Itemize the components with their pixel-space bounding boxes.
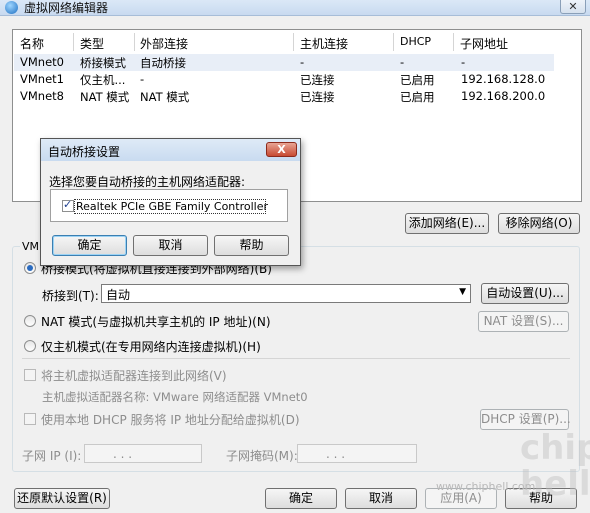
- table-row[interactable]: VMnet1 仅主机... - 已连接 已启用 192.168.128.0: [14, 71, 554, 88]
- nat-mode-label[interactable]: NAT 模式(与虚拟机共享主机的 IP 地址)(N): [41, 313, 271, 330]
- ok-button[interactable]: 确定: [265, 488, 337, 509]
- add-network-button[interactable]: 添加网络(E)...: [405, 213, 489, 234]
- cell-dhcp: 已启用: [400, 90, 435, 104]
- host-only-label[interactable]: 仅主机模式(在专用网络内连接虚拟机)(H): [41, 338, 261, 355]
- cell-external: 自动桥接: [140, 56, 186, 70]
- table-row[interactable]: VMnet0 桥接模式 自动桥接 - - -: [14, 54, 554, 71]
- cell-host: 已连接: [300, 73, 335, 87]
- column-header-name[interactable]: 名称: [20, 35, 44, 52]
- cancel-button[interactable]: 取消: [345, 488, 417, 509]
- title-bar: 虚拟网络编辑器 ✕: [0, 0, 590, 16]
- watermark-logo: chip hell: [520, 428, 590, 504]
- host-only-radio[interactable]: [24, 340, 36, 352]
- dhcp-checkbox[interactable]: [24, 413, 36, 425]
- cell-type: NAT 模式: [80, 90, 130, 104]
- auto-bridge-dialog: 自动桥接设置 X 选择您要自动桥接的主机网络适配器: Realtek PCIe …: [40, 138, 301, 266]
- dialog-title: 自动桥接设置: [48, 145, 121, 159]
- column-header-host[interactable]: 主机连接: [300, 35, 348, 52]
- dialog-prompt: 选择您要自动桥接的主机网络适配器:: [49, 175, 246, 189]
- nat-mode-radio[interactable]: [24, 315, 36, 327]
- cell-host: -: [300, 55, 305, 69]
- subnet-ip-input[interactable]: . . .: [84, 444, 202, 463]
- dialog-ok-button[interactable]: 确定: [52, 235, 127, 256]
- adapter-name-label: 主机虚拟适配器名称: VMware 网络适配器 VMnet0: [42, 390, 308, 404]
- bridge-to-value: 自动: [106, 288, 131, 302]
- adapter-name: Realtek PCIe GBE Family Controller: [76, 200, 269, 213]
- bridge-to-label: 桥接到(T):: [42, 289, 99, 303]
- connect-adapter-label[interactable]: 将主机虚拟适配器连接到此网络(V): [41, 367, 227, 384]
- adapter-item[interactable]: Realtek PCIe GBE Family Controller: [74, 199, 269, 214]
- dialog-cancel-button[interactable]: 取消: [133, 235, 208, 256]
- cell-type: 仅主机...: [80, 73, 126, 87]
- dialog-help-button[interactable]: 帮助: [214, 235, 289, 256]
- adapter-checkbox[interactable]: [62, 198, 74, 212]
- window-title: 虚拟网络编辑器: [24, 1, 109, 15]
- cell-name: VMnet1: [20, 72, 64, 86]
- network-settings-group: [12, 246, 580, 472]
- table-row[interactable]: VMnet8 NAT 模式 NAT 模式 已连接 已启用 192.168.200…: [14, 88, 554, 105]
- auto-settings-button[interactable]: 自动设置(U)...: [481, 283, 569, 304]
- dialog-close-button[interactable]: X: [266, 142, 297, 157]
- restore-defaults-button[interactable]: 还原默认设置(R): [14, 488, 110, 509]
- column-header-subnet[interactable]: 子网地址: [460, 35, 508, 52]
- nat-settings-button[interactable]: NAT 设置(S)...: [478, 311, 569, 332]
- remove-network-button[interactable]: 移除网络(O): [498, 213, 580, 234]
- network-editor-icon: [5, 1, 18, 14]
- chevron-down-icon: ▼: [459, 287, 466, 297]
- cell-subnet: 192.168.128.0: [461, 72, 546, 86]
- ip-dots: . . .: [113, 447, 133, 461]
- column-header-dhcp[interactable]: DHCP: [400, 35, 431, 48]
- connect-adapter-checkbox[interactable]: [24, 369, 36, 381]
- dialog-title-bar: 自动桥接设置 X: [41, 139, 300, 161]
- cell-dhcp: -: [400, 55, 405, 69]
- cell-type: 桥接模式: [80, 56, 126, 70]
- divider: [22, 358, 570, 359]
- dhcp-settings-button[interactable]: DHCP 设置(P)...: [480, 409, 571, 430]
- column-header-external[interactable]: 外部连接: [140, 35, 188, 52]
- bridge-to-select[interactable]: 自动 ▼: [101, 284, 471, 303]
- cell-external: -: [140, 72, 145, 86]
- cell-subnet: 192.168.200.0: [461, 89, 546, 103]
- column-header-type[interactable]: 类型: [80, 35, 104, 52]
- adapter-list[interactable]: Realtek PCIe GBE Family Controller: [50, 189, 288, 222]
- cell-dhcp: 已启用: [400, 73, 435, 87]
- cell-external: NAT 模式: [140, 90, 190, 104]
- cell-name: VMnet0: [20, 55, 64, 69]
- mask-dots: . . .: [326, 447, 346, 461]
- cell-subnet: -: [461, 55, 466, 69]
- cell-name: VMnet8: [20, 89, 64, 103]
- subnet-mask-label: 子网掩码(M):: [226, 449, 298, 463]
- dhcp-label[interactable]: 使用本地 DHCP 服务将 IP 地址分配给虚拟机(D): [41, 411, 300, 428]
- subnet-mask-input[interactable]: . . .: [297, 444, 417, 463]
- window-close-button[interactable]: ✕: [560, 0, 586, 14]
- subnet-ip-label: 子网 IP (I):: [22, 449, 82, 463]
- cell-host: 已连接: [300, 90, 335, 104]
- bridged-mode-radio[interactable]: [24, 262, 36, 274]
